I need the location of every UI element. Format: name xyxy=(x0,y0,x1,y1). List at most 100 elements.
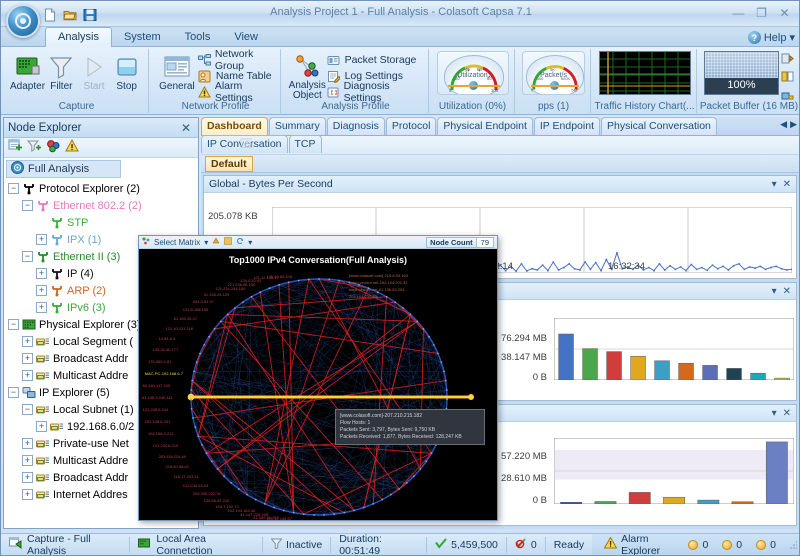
ribbon-tab-system[interactable]: System xyxy=(112,28,173,48)
alarm-explorer-button[interactable]: Alarm Explorer xyxy=(596,533,681,556)
tree-expander-plus[interactable]: + xyxy=(22,455,33,466)
delete-panel-icon[interactable] xyxy=(240,137,255,154)
panel-close-icon[interactable]: ✕ xyxy=(783,286,791,297)
matrix-node-label[interactable]: 202.194.164.46 xyxy=(228,508,256,513)
matrix-node-label[interactable]: 121.8.168.195 xyxy=(183,307,209,312)
diagnosis-settings-button[interactable]: Diagnosis Settings xyxy=(327,85,423,99)
general-button[interactable]: General xyxy=(156,51,198,92)
matrix-node-label[interactable]: 203.118.224.49 xyxy=(158,454,186,459)
matrix-node-label[interactable]: 202.108.6.241 xyxy=(145,419,171,424)
matrix-node-label[interactable]: [www.colasoft.com]-219.8.53.163 xyxy=(349,273,408,278)
matrix-node-label[interactable]: 61.183.35.47 xyxy=(174,316,197,321)
panel-caret-icon[interactable]: ▾ xyxy=(772,408,777,419)
analysis-object-button[interactable]: Analysis Object xyxy=(288,51,327,101)
tree-expander-plus[interactable]: + xyxy=(22,370,33,381)
matrix-node-label[interactable]: 116.17.203.11 xyxy=(174,474,199,479)
help-button[interactable]: ? Help ▾ xyxy=(748,31,795,44)
panel-caret-icon[interactable]: ▾ xyxy=(772,179,777,190)
tree-expander-minus[interactable]: − xyxy=(22,404,33,415)
matrix-node-label[interactable]: 14.54.6.4 xyxy=(158,336,175,341)
tree-item[interactable]: −Protocol Explorer (2) xyxy=(8,180,198,197)
ribbon-tab-view[interactable]: View xyxy=(222,28,270,48)
buffer-filter-icon[interactable] xyxy=(781,70,794,86)
matrix-node-label[interactable]: 218.60.68.62 xyxy=(165,464,188,469)
alarm-settings-button[interactable]: Alarm Settings xyxy=(198,85,275,99)
tab-ip-endpoint[interactable]: IP Endpoint xyxy=(534,117,600,135)
tree-expander-minus[interactable]: − xyxy=(8,319,19,330)
tree-expander-plus[interactable]: + xyxy=(22,489,33,500)
tree-expander-plus[interactable]: + xyxy=(22,353,33,364)
network-group-button[interactable]: Network Group xyxy=(198,53,275,67)
matrix-node-label[interactable]: 194.7.152.72 xyxy=(215,504,238,509)
select-matrix-icon[interactable] xyxy=(142,237,150,247)
matrix-node-label[interactable]: 202.104.231.20 xyxy=(349,294,377,299)
tree-expander-plus[interactable]: + xyxy=(22,472,33,483)
matrix-node-label[interactable]: 121.10.131.118 xyxy=(165,326,193,331)
buffer-config-icon[interactable] xyxy=(781,52,794,68)
node-explorer-close-icon[interactable]: ✕ xyxy=(178,121,194,135)
tree-expander-minus[interactable]: − xyxy=(22,251,33,262)
tab-diagnosis[interactable]: Diagnosis xyxy=(327,117,385,135)
node-color-icon[interactable] xyxy=(212,237,220,247)
status-capture[interactable]: Capture - Full Analysis xyxy=(1,537,130,553)
minimize-button[interactable]: — xyxy=(728,4,749,21)
panel-caret-icon[interactable]: ▾ xyxy=(772,286,777,297)
refresh-caret-icon[interactable]: ▾ xyxy=(248,238,252,247)
matrix-node-label[interactable]: 41.155.28.129 xyxy=(204,292,230,297)
filter-icon[interactable] xyxy=(27,139,42,156)
dashboard-tab-default[interactable]: Default xyxy=(205,156,253,172)
tab-physical-endpoint[interactable]: Physical Endpoint xyxy=(437,117,532,135)
start-button[interactable]: Start xyxy=(78,51,111,92)
alarm-explorer-section[interactable]: Alarm Explorer 0 0 0 xyxy=(592,534,800,556)
tree-expander-plus[interactable]: + xyxy=(36,268,47,279)
tree-expander-plus[interactable]: + xyxy=(36,302,47,313)
tree-item[interactable]: STP xyxy=(8,214,198,231)
refresh-matrix-icon[interactable] xyxy=(236,237,244,247)
status-filter[interactable]: Inactive xyxy=(263,537,331,553)
matrix-node-label[interactable]: book.vendor.net-61.135.53.203 xyxy=(349,287,404,292)
new-node-icon[interactable] xyxy=(8,139,23,156)
matrix-canvas[interactable]: Top1000 IPv4 Conversation(Full Analysis)… xyxy=(139,249,497,520)
panel-close-icon[interactable]: ✕ xyxy=(783,408,791,419)
tree-expander-minus[interactable]: − xyxy=(8,387,19,398)
matrix-node-label[interactable]: 60.163.117.240 xyxy=(143,383,171,388)
resize-grip-icon[interactable] xyxy=(789,540,797,550)
tree-expander-plus[interactable]: + xyxy=(36,285,47,296)
tab-dashboard[interactable]: Dashboard xyxy=(201,117,268,135)
matrix-node-label[interactable]: 135.66.42.210 xyxy=(204,498,230,503)
matrix-node-label[interactable]: 121.234.244.160 xyxy=(215,286,245,291)
matrix-node-label[interactable]: 61.135.9.249.111 xyxy=(142,395,173,400)
matrix-node-label[interactable]: 192.168.0.212 xyxy=(148,431,174,436)
node-explorer-root-item[interactable]: Full Analysis xyxy=(6,160,121,178)
matrix-node-label[interactable]: 122.248.6.244 xyxy=(143,407,169,412)
matrix-node-label[interactable]: 121.234.6.210 xyxy=(153,443,179,448)
matrix-node-label[interactable]: 121.234.15.93 xyxy=(183,483,209,488)
gadget-utilization[interactable]: 02040 6080100 Utilization Utilization (0… xyxy=(431,49,515,113)
adapter-button[interactable]: Adapter xyxy=(10,51,45,92)
gadget-pps[interactable]: 05005K 500K5M Packet/s pps (1) xyxy=(517,49,591,113)
open-icon[interactable] xyxy=(61,6,78,23)
panel-close-icon[interactable]: ✕ xyxy=(783,179,791,190)
alarm-icon[interactable] xyxy=(65,139,80,156)
tab-prev-icon[interactable]: ◀ xyxy=(780,119,787,130)
filter-button[interactable]: Filter xyxy=(45,51,78,92)
matrix-node-label[interactable]: 121.10.84.108 xyxy=(266,274,292,279)
maximize-button[interactable]: ❐ xyxy=(751,4,772,21)
ribbon-tab-analysis[interactable]: Analysis xyxy=(45,27,112,47)
gadget-traffic-history[interactable]: Traffic History Chart(... xyxy=(593,49,697,113)
save-icon[interactable] xyxy=(81,6,98,23)
close-button[interactable]: ✕ xyxy=(774,4,795,21)
matrix-node-label[interactable]: 135.34.40.177 xyxy=(153,347,179,352)
tab-protocol[interactable]: Protocol xyxy=(386,117,437,135)
select-matrix-label[interactable]: Select Matrix xyxy=(154,238,200,247)
tab-summary[interactable]: Summary xyxy=(269,117,326,135)
capsa-orb-icon[interactable] xyxy=(6,4,40,38)
ribbon-tab-tools[interactable]: Tools xyxy=(173,28,223,48)
packet-storage-button[interactable]: Packet Storage xyxy=(327,53,423,67)
matrix-node-label[interactable]: 204.0.91.97 xyxy=(193,299,214,304)
tab-physical-conversation[interactable]: Physical Conversation xyxy=(601,117,717,135)
gadget-packet-buffer[interactable]: 100% Packet Buffer (16 MB) xyxy=(699,49,799,113)
tree-expander-plus[interactable]: + xyxy=(36,421,47,432)
tree-expander-plus[interactable]: + xyxy=(36,234,47,245)
matrix-node-label[interactable]: MAC-PC-192.168.6.7 xyxy=(145,371,183,376)
